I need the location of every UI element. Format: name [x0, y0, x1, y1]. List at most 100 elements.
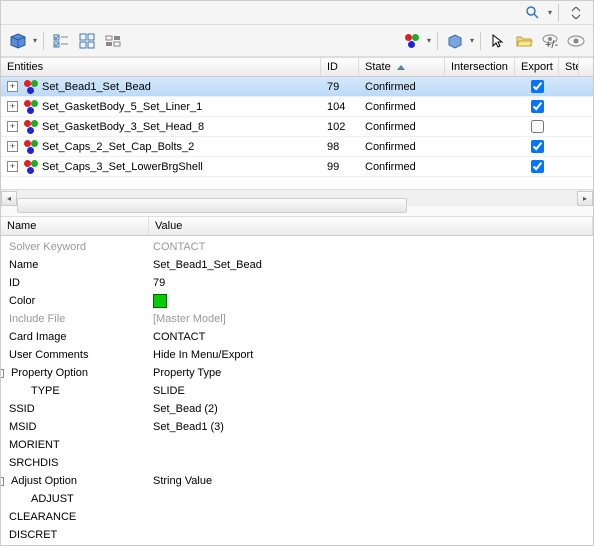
- entity-state: Confirmed: [359, 139, 445, 155]
- property-value[interactable]: CONTACT: [149, 241, 593, 253]
- property-name: Name: [9, 259, 38, 271]
- property-name: SRCHDIS: [9, 457, 59, 469]
- property-header: Name Value: [1, 216, 593, 236]
- property-name: User Comments: [9, 349, 88, 361]
- table-row[interactable]: +Set_GasketBody_5_Set_Liner_1104Confirme…: [1, 97, 593, 117]
- property-name: MSID: [9, 421, 37, 433]
- entity-name: Set_Caps_2_Set_Cap_Bolts_2: [42, 141, 194, 153]
- property-name: CLEARANCE: [9, 511, 76, 523]
- chevron-collapse-icon[interactable]: [565, 2, 587, 24]
- property-row[interactable]: -Adjust OptionString Value: [1, 472, 593, 490]
- column-ste[interactable]: Ste: [559, 58, 579, 76]
- expand-icon[interactable]: +: [7, 101, 18, 112]
- property-value[interactable]: [149, 294, 593, 308]
- property-value[interactable]: Set_Bead1_Set_Bead: [149, 259, 593, 271]
- property-name: Card Image: [9, 331, 66, 343]
- table-row[interactable]: +Set_Caps_3_Set_LowerBrgShell99Confirmed: [1, 157, 593, 177]
- property-name: DISCRET: [9, 529, 57, 541]
- column-export[interactable]: Export: [515, 58, 559, 76]
- property-name: ADJUST: [31, 493, 74, 505]
- column-intersection[interactable]: Intersection: [445, 58, 515, 76]
- property-value[interactable]: String Value: [149, 475, 593, 487]
- horizontal-scrollbar[interactable]: ◂▸: [1, 189, 593, 206]
- property-row[interactable]: ID79: [1, 274, 593, 292]
- eye-plus-minus-icon[interactable]: +/-: [539, 30, 561, 52]
- property-row[interactable]: -Property Option Property Type: [1, 364, 593, 382]
- expander-icon[interactable]: -: [1, 369, 4, 378]
- export-checkbox[interactable]: [531, 80, 544, 93]
- property-name: MORIENT: [9, 439, 60, 451]
- column-state[interactable]: State: [359, 58, 445, 76]
- expand-icon[interactable]: +: [7, 141, 18, 152]
- export-checkbox[interactable]: [531, 160, 544, 173]
- property-row[interactable]: SRCHDIS: [1, 454, 593, 472]
- dropdown-caret-icon[interactable]: ▾: [470, 36, 474, 45]
- expander-icon[interactable]: -: [1, 477, 4, 486]
- property-name: Solver Keyword: [9, 241, 86, 253]
- svg-text:+/-: +/-: [545, 39, 558, 49]
- table-row[interactable]: +Set_GasketBody_3_Set_Head_8102Confirmed: [1, 117, 593, 137]
- dropdown-caret-icon[interactable]: ▾: [427, 36, 431, 45]
- cube-icon[interactable]: [7, 30, 29, 52]
- expand-icon[interactable]: +: [7, 121, 18, 132]
- eye-icon[interactable]: [565, 30, 587, 52]
- prop-col-value[interactable]: Value: [149, 217, 593, 235]
- dropdown-caret-icon[interactable]: ▾: [33, 36, 37, 45]
- table-row[interactable]: +Set_Bead1_Set_Bead79Confirmed: [1, 77, 593, 97]
- property-value[interactable]: SLIDE: [149, 385, 593, 397]
- property-value[interactable]: CONTACT: [149, 331, 593, 343]
- property-row[interactable]: Include File[Master Model]: [1, 310, 593, 328]
- dropdown-caret-icon[interactable]: ▾: [548, 8, 552, 17]
- entity-state: Confirmed: [359, 159, 445, 175]
- column-entities[interactable]: Entities: [1, 58, 321, 76]
- property-row[interactable]: MSID Set_Bead1 (3): [1, 418, 593, 436]
- rgb-balls-icon[interactable]: [401, 30, 423, 52]
- export-checkbox[interactable]: [531, 140, 544, 153]
- color-swatch[interactable]: [153, 294, 167, 308]
- checklist-large-icon[interactable]: [76, 30, 98, 52]
- entity-intersection: [445, 165, 515, 169]
- folder-open-icon[interactable]: [513, 30, 535, 52]
- property-value[interactable]: Set_Bead1 (3): [149, 421, 593, 433]
- entity-id: 98: [321, 139, 359, 155]
- expand-icon[interactable]: +: [7, 81, 18, 92]
- entity-intersection: [445, 85, 515, 89]
- entity-id: 104: [321, 99, 359, 115]
- property-value[interactable]: [Master Model]: [149, 313, 593, 325]
- property-row[interactable]: SSIDSet_Bead (2): [1, 400, 593, 418]
- table-row[interactable]: + Set_Caps_2_Set_Cap_Bolts_2 98Confirmed: [1, 137, 593, 157]
- property-row[interactable]: CLEARANCE: [1, 508, 593, 526]
- property-value[interactable]: Property Type: [149, 367, 593, 379]
- entity-state: Confirmed: [359, 119, 445, 135]
- property-row[interactable]: Color: [1, 292, 593, 310]
- property-row[interactable]: DISCRET: [1, 526, 593, 544]
- expand-icon[interactable]: +: [7, 161, 18, 172]
- property-name: Property Option: [11, 367, 88, 379]
- cursor-icon[interactable]: [487, 30, 509, 52]
- entity-intersection: [445, 125, 515, 129]
- column-id[interactable]: ID: [321, 58, 359, 76]
- entity-name: Set_Caps_3_Set_LowerBrgShell: [42, 161, 203, 173]
- checklist-small-icon[interactable]: [50, 30, 72, 52]
- entity-state: Confirmed: [359, 79, 445, 95]
- property-row[interactable]: TYPE SLIDE: [1, 382, 593, 400]
- property-row[interactable]: ADJUST: [1, 490, 593, 508]
- export-checkbox[interactable]: [531, 100, 544, 113]
- property-row[interactable]: Card Image CONTACT: [1, 328, 593, 346]
- export-checkbox[interactable]: [531, 120, 544, 133]
- prop-col-name[interactable]: Name: [1, 217, 149, 235]
- entity-icon: [24, 140, 38, 154]
- property-body: Solver Keyword CONTACT Name Set_Bead1_Set_B…: [1, 236, 593, 545]
- property-row[interactable]: Solver Keyword CONTACT: [1, 238, 593, 256]
- property-value[interactable]: 79: [149, 277, 593, 289]
- entity-id: 102: [321, 119, 359, 135]
- property-value[interactable]: Set_Bead (2): [149, 403, 593, 415]
- toggle-panels-icon[interactable]: [102, 30, 124, 52]
- property-row[interactable]: Name Set_Bead1_Set_Bead: [1, 256, 593, 274]
- shaded-cube-icon[interactable]: [444, 30, 466, 52]
- property-row[interactable]: MORIENT: [1, 436, 593, 454]
- search-icon[interactable]: [522, 2, 544, 24]
- property-value[interactable]: Hide In Menu/Export: [149, 349, 593, 361]
- property-row[interactable]: User Comments Hide In Menu/Export: [1, 346, 593, 364]
- property-name: TYPE: [31, 385, 60, 397]
